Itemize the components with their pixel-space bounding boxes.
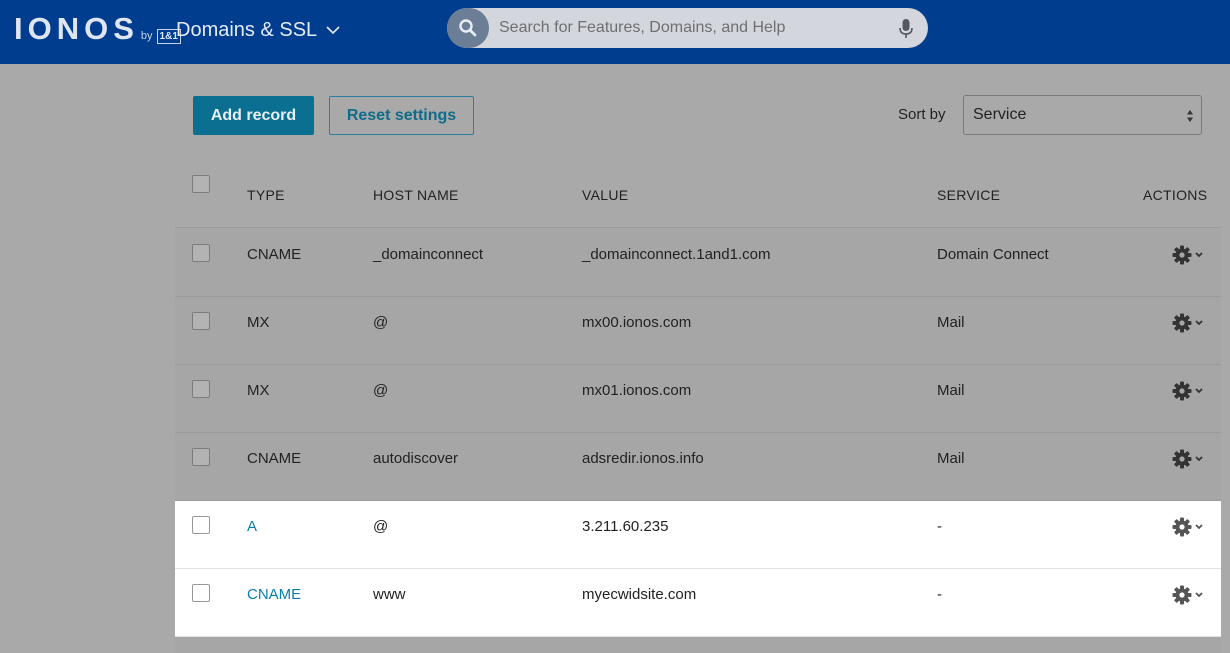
- row-checkbox[interactable]: [192, 244, 210, 262]
- record-service: -: [937, 518, 942, 535]
- gear-icon[interactable]: [1172, 312, 1206, 334]
- search-icon: [459, 19, 477, 37]
- record-host: @: [373, 518, 389, 535]
- record-service: Mail: [937, 314, 965, 331]
- sort-by-value: Service: [973, 106, 1027, 123]
- row-checkbox[interactable]: [192, 516, 210, 534]
- search-input[interactable]: [499, 8, 879, 48]
- column-host-name: HOST NAME: [373, 187, 459, 203]
- table-header: TYPE HOST NAME VALUE SERVICE ACTIONS: [175, 164, 1221, 228]
- record-value: 3.211.60.235: [582, 518, 669, 535]
- record-value: _domainconnect.1and1.com: [582, 246, 771, 263]
- select-all-checkbox[interactable]: [192, 175, 210, 193]
- gear-icon[interactable]: [1172, 516, 1206, 538]
- search-button[interactable]: [447, 8, 489, 48]
- table-row: CNAME autodiscover adsredir.ionos.info M…: [175, 433, 1221, 501]
- logo-wordmark: IONOS: [14, 11, 139, 46]
- column-service: SERVICE: [937, 187, 1001, 203]
- microphone-icon[interactable]: [898, 18, 914, 40]
- record-host: autodiscover: [373, 450, 459, 467]
- top-header: IONOS by 1&1 Domains & SSL: [0, 0, 1230, 64]
- column-actions: ACTIONS: [1143, 187, 1208, 203]
- record-host: @: [373, 382, 389, 399]
- row-checkbox[interactable]: [192, 584, 210, 602]
- row-checkbox[interactable]: [192, 312, 210, 330]
- ionos-logo[interactable]: IONOS by 1&1: [14, 12, 181, 46]
- table-row: CNAME _domainconnect _domainconnect.1and…: [175, 229, 1221, 297]
- gear-icon[interactable]: [1172, 244, 1206, 266]
- gear-icon[interactable]: [1172, 380, 1206, 402]
- section-dropdown[interactable]: Domains & SSL: [176, 16, 341, 44]
- record-host: @: [373, 314, 389, 331]
- record-service: -: [937, 586, 942, 603]
- record-service: Mail: [937, 382, 965, 399]
- table-row: MX @ mx00.ionos.com Mail: [175, 297, 1221, 365]
- record-type: CNAME: [247, 246, 302, 263]
- record-type-link[interactable]: CNAME: [247, 586, 301, 603]
- row-checkbox[interactable]: [192, 380, 210, 398]
- table-row: A @ 3.211.60.235 -: [175, 501, 1221, 569]
- add-record-button[interactable]: Add record: [193, 96, 314, 135]
- record-host: www: [373, 586, 406, 603]
- dns-records-panel: Add record Reset settings Sort by Servic…: [175, 64, 1221, 653]
- record-value: mx01.ionos.com: [582, 382, 692, 399]
- record-value: mx00.ionos.com: [582, 314, 692, 331]
- record-type-link[interactable]: A: [247, 518, 257, 535]
- gear-icon[interactable]: [1172, 584, 1206, 606]
- select-arrows-icon: [1187, 110, 1193, 122]
- reset-settings-button[interactable]: Reset settings: [329, 96, 474, 135]
- search-bar: [447, 8, 928, 48]
- record-service: Domain Connect: [937, 246, 1049, 263]
- table-row: CNAME www myecwidsite.com -: [175, 569, 1221, 637]
- record-type: CNAME: [247, 450, 302, 467]
- record-service: Mail: [937, 450, 965, 467]
- record-type: MX: [247, 382, 270, 399]
- column-value: VALUE: [582, 187, 629, 203]
- logo-by-text: by: [140, 30, 153, 42]
- row-checkbox[interactable]: [192, 448, 210, 466]
- table-row: MX @ mx01.ionos.com Mail: [175, 365, 1221, 433]
- sort-by-select[interactable]: Service: [963, 95, 1202, 135]
- gear-icon[interactable]: [1172, 448, 1206, 470]
- section-title-label: Domains & SSL: [176, 18, 318, 41]
- record-host: _domainconnect: [373, 246, 484, 263]
- record-type: MX: [247, 314, 270, 331]
- sort-by-label: Sort by: [898, 106, 946, 123]
- record-value: myecwidsite.com: [582, 586, 697, 603]
- chevron-down-icon: [326, 26, 340, 35]
- column-type: TYPE: [247, 187, 285, 203]
- record-value: adsredir.ionos.info: [582, 450, 704, 467]
